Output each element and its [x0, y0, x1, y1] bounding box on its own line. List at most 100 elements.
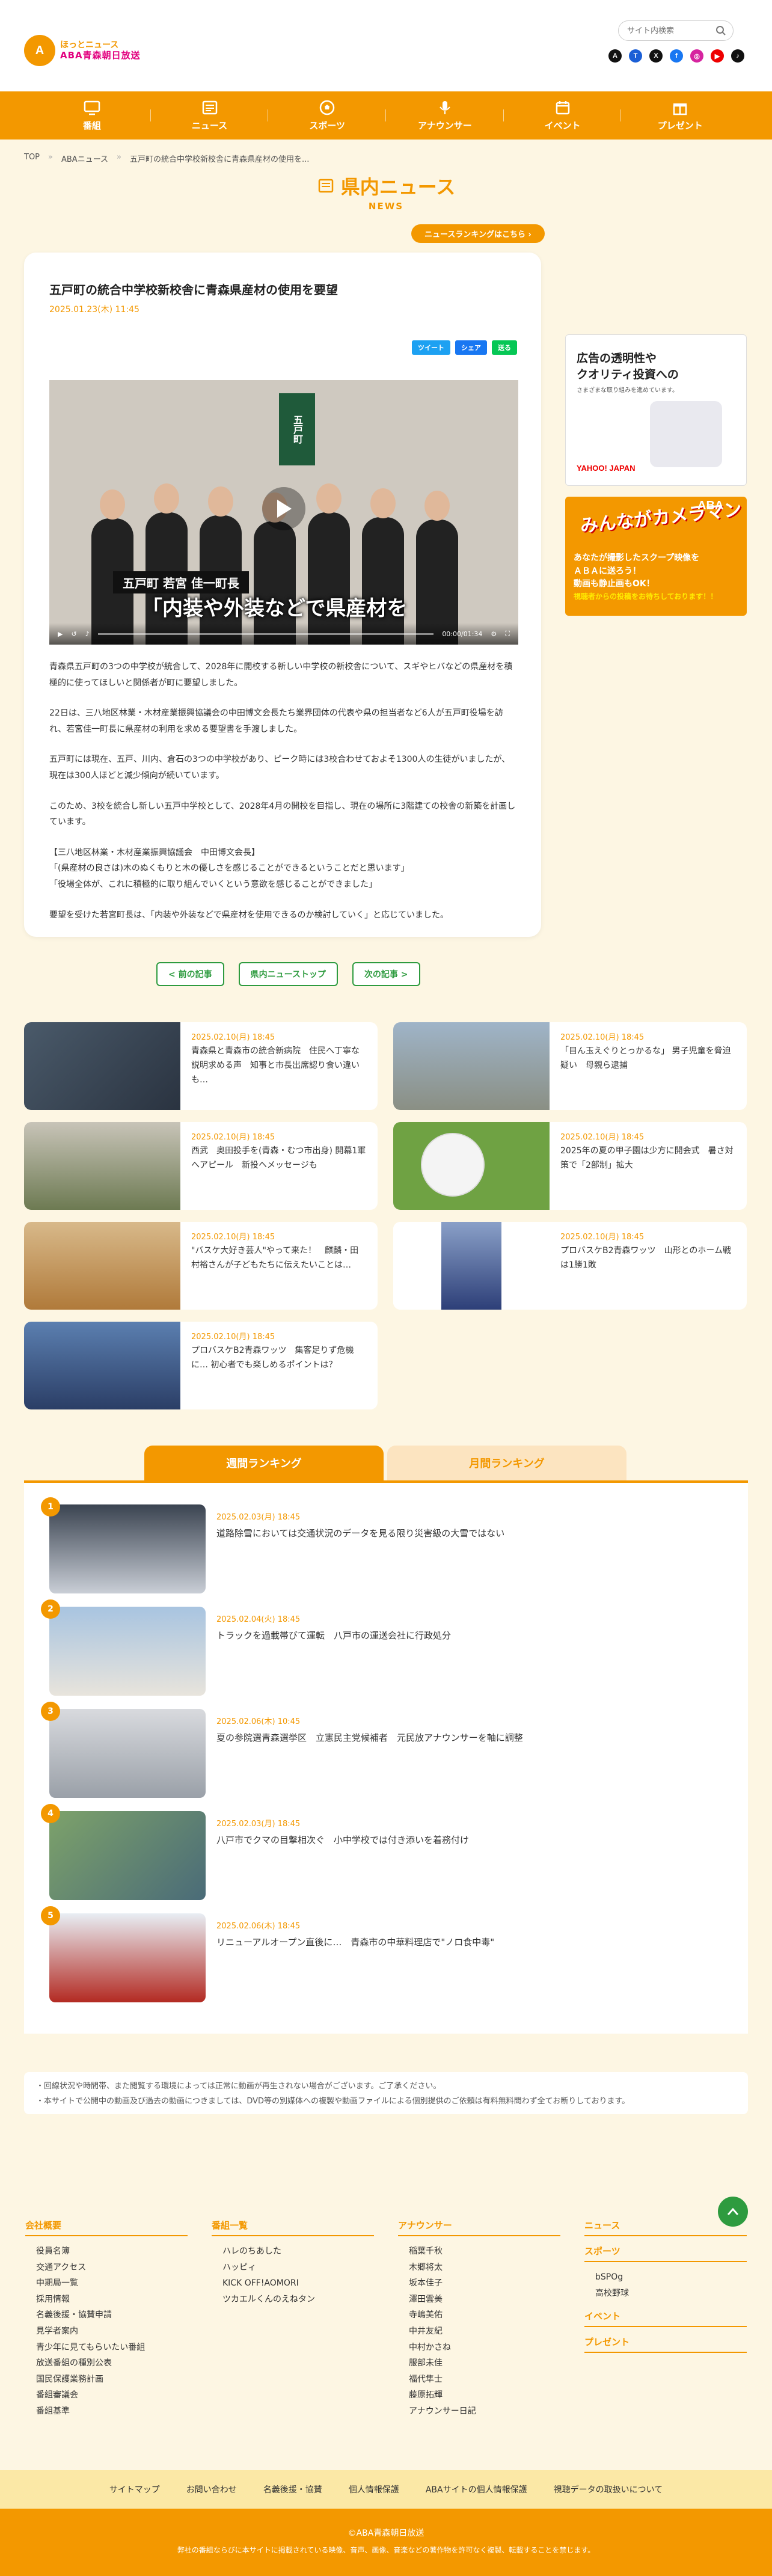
related-news-card[interactable]: 2025.02.10(月) 18:45 プロバスケB2青森ワッツ 集客足りず危機に… [24, 1322, 378, 1409]
privacy-link[interactable]: 個人情報保護 [349, 2483, 399, 2495]
tweet-button[interactable]: ツイート [412, 340, 450, 355]
global-nav: 番組 ニュース スポーツ アナウンサー イベント プレゼント [0, 91, 772, 140]
facebook-icon[interactable]: f [670, 49, 683, 63]
footer-link[interactable]: 服部未佳 [398, 2355, 560, 2372]
footer-link[interactable]: ハレのちあした [212, 2243, 374, 2260]
footer-link[interactable]: ハッピィ [212, 2260, 374, 2276]
video-player[interactable]: 五戸町 五戸町 若宮 佳一町長 「内装や外装などで県産材を ▶ ↺ ♪ 00:0… [49, 380, 518, 645]
footer-heading[interactable]: アナウンサー [398, 2219, 560, 2236]
footer-link[interactable]: 放送番組の種別公表 [25, 2355, 188, 2372]
related-news-card[interactable]: 2025.02.10(月) 18:45 「目ん玉えぐりとっかるな」 男子児童を脅迫… [393, 1022, 747, 1110]
footer-link[interactable]: 中期局一覧 [25, 2275, 188, 2292]
sponsorship-link[interactable]: 名義後援・協賛 [263, 2483, 322, 2495]
progress-bar[interactable] [97, 633, 434, 635]
line-send-button[interactable]: 送る [492, 340, 517, 355]
facebook-share-button[interactable]: シェア [455, 340, 487, 355]
footer-heading[interactable]: ニュース [584, 2219, 747, 2236]
footer-link[interactable]: 中井友紀 [398, 2323, 560, 2340]
breadcrumb-news[interactable]: ABAニュース [61, 153, 108, 164]
instagram-icon[interactable]: ◎ [690, 49, 703, 63]
footer-heading[interactable]: プレゼント [584, 2335, 747, 2354]
footer-link[interactable]: 交通アクセス [25, 2260, 188, 2276]
footer-link[interactable]: 名義後援・協賛申請 [25, 2307, 188, 2323]
ranking-date: 2025.02.06(木) 18:45 [216, 1922, 301, 1931]
ranking-item[interactable]: 3 2025.02.06(木) 10:45 夏の参院選青森選挙区 立憲民主党候補者… [41, 1702, 523, 1798]
footer-col-news: ニュース スポーツ bSPOg 高校野球 イベント プレゼント [584, 2219, 747, 2360]
ranking-item[interactable]: 1 2025.02.03(月) 18:45 道路除雪においては交通状況のデータを見… [41, 1497, 504, 1593]
nav-item-presents[interactable]: プレゼント [621, 91, 739, 140]
footer-link[interactable]: 坂本佳子 [398, 2275, 560, 2292]
footer-link[interactable]: 見学者案内 [25, 2323, 188, 2340]
nav-item-announcers[interactable]: アナウンサー [386, 91, 504, 140]
footer-link[interactable]: 青少年に見てもらいたい番組 [25, 2340, 188, 2356]
footer-link[interactable]: 澤田雲美 [398, 2292, 560, 2308]
footer-link[interactable]: 福代隼士 [398, 2372, 560, 2388]
related-news-card[interactable]: 2025.02.10(月) 18:45 青森県と青森市の統合新病院 住民へ丁寧な説… [24, 1022, 378, 1110]
footer-bottom: ©ABA青森朝日放送 弊社の番組ならびに本サイトに掲載されている映像、音声、画像… [0, 2509, 772, 2576]
viewing-data-link[interactable]: 視聴データの取扱いについて [554, 2483, 663, 2495]
ranking-item[interactable]: 4 2025.02.03(月) 18:45 八戸市でクマの目撃相次ぐ 小中学校では… [41, 1804, 469, 1900]
logo-line1: ほっとニュース [60, 40, 119, 50]
nav-item-events[interactable]: イベント [504, 91, 622, 140]
prev-article-button[interactable]: < 前の記事 [156, 962, 224, 986]
footer-link[interactable]: 高校野球 [584, 2286, 747, 2302]
footer-link[interactable]: 役員名簿 [25, 2243, 188, 2260]
tab-monthly-ranking[interactable]: 月間ランキング [387, 1446, 626, 1480]
ranking-item[interactable]: 2 2025.02.04(火) 18:45 トラックを過載帯びて運転 八戸市の運送… [41, 1599, 451, 1696]
next-article-button[interactable]: 次の記事 > [352, 962, 420, 986]
footer-link[interactable]: 採用情報 [25, 2292, 188, 2308]
related-news-card[interactable]: 2025.02.10(月) 18:45 西武 奥田投手を(青森・むつ市出身) 開幕… [24, 1122, 378, 1210]
news-title: プロバスケB2青森ワッツ 山形とのホーム戦は1勝1敗 [560, 1246, 731, 1270]
abema-icon[interactable]: A [608, 49, 622, 63]
footer-heading[interactable]: 会社概要 [25, 2219, 188, 2236]
ranking-title: リニューアルオープン直後に… 青森市の中華料理店で"ノロ食中毒" [216, 1937, 495, 1948]
footer-link[interactable]: 稲葉千秋 [398, 2243, 560, 2260]
related-news-card[interactable]: 2025.02.10(月) 18:45 プロバスケB2青森ワッツ 山形とのホーム戦… [393, 1222, 747, 1310]
tab-weekly-ranking[interactable]: 週間ランキング [144, 1446, 384, 1480]
footer-link[interactable]: アナウンサー日記 [398, 2403, 560, 2420]
footer-link[interactable]: 番組基準 [25, 2403, 188, 2420]
footer-heading[interactable]: 番組一覧 [212, 2219, 374, 2236]
footer-link[interactable]: 藤原拓輝 [398, 2387, 560, 2403]
tver-icon[interactable]: T [629, 49, 642, 63]
footer-link[interactable]: 木郷将太 [398, 2260, 560, 2276]
volume-icon[interactable]: ♪ [85, 630, 90, 638]
nav-item-sports[interactable]: スポーツ [268, 91, 386, 140]
x-icon[interactable]: X [649, 49, 663, 63]
site-privacy-link[interactable]: ABAサイトの個人情報保護 [426, 2483, 527, 2495]
fullscreen-icon[interactable]: ⛶ [505, 630, 510, 638]
footer-heading[interactable]: イベント [584, 2310, 747, 2328]
ad-banner-camera[interactable]: みんながカメラマン ABA あなたが撮影したスクープ映像を ＡＢＡに送ろう！ 動… [565, 497, 747, 616]
tiktok-icon[interactable]: ♪ [731, 49, 744, 63]
footer-link[interactable]: 寺嶋美佑 [398, 2307, 560, 2323]
ranking-item[interactable]: 5 2025.02.06(木) 18:45 リニューアルオープン直後に… 青森市の… [41, 1906, 495, 2002]
ranking-number: 3 [41, 1702, 60, 1721]
nav-item-programs[interactable]: 番組 [33, 91, 151, 140]
ranking-date: 2025.02.06(木) 10:45 [216, 1717, 301, 1726]
contact-link[interactable]: お問い合わせ [186, 2483, 237, 2495]
footer-link[interactable]: 番組審議会 [25, 2387, 188, 2403]
news-ranking-link[interactable]: ニュースランキングはこちら › [411, 224, 545, 243]
site-logo[interactable]: A ほっとニュース ABA青森朝日放送 [24, 31, 144, 70]
footer-link[interactable]: 国民保護業務計画 [25, 2372, 188, 2388]
settings-icon[interactable]: ⚙ [491, 630, 497, 638]
footer-link[interactable]: KICK OFF!AOMORI [212, 2275, 374, 2292]
footer-heading[interactable]: スポーツ [584, 2245, 747, 2262]
related-news-card[interactable]: 2025.02.10(月) 18:45 "バスケ大好き芸人"やって来た！ 麒麟・田… [24, 1222, 378, 1310]
search-icon[interactable] [715, 25, 726, 36]
ad-banner-yahoo[interactable]: 広告の透明性や クオリティ投資への さまざまな取り組みを進めています。 YAHO… [565, 334, 747, 486]
sitemap-link[interactable]: サイトマップ [109, 2483, 160, 2495]
breadcrumb-top[interactable]: TOP [24, 153, 40, 164]
rewind-icon[interactable]: ↺ [71, 630, 76, 638]
youtube-icon[interactable]: ▶ [711, 49, 724, 63]
footer-link[interactable]: ツカエルくんのえねタン [212, 2292, 374, 2308]
play-small-icon[interactable]: ▶ [58, 630, 63, 638]
footer-link[interactable]: 中村かさね [398, 2340, 560, 2356]
related-news-card[interactable]: 2025.02.10(月) 18:45 2025年の夏の甲子園は少方に開会式 暑さ… [393, 1122, 747, 1210]
nav-item-news[interactable]: ニュース [151, 91, 269, 140]
ranking-date: 2025.02.04(火) 18:45 [216, 1615, 301, 1624]
news-icon [318, 179, 334, 193]
play-button[interactable] [262, 487, 305, 530]
news-top-button[interactable]: 県内ニューストップ [238, 962, 338, 986]
footer-link[interactable]: bSPOg [584, 2269, 747, 2286]
